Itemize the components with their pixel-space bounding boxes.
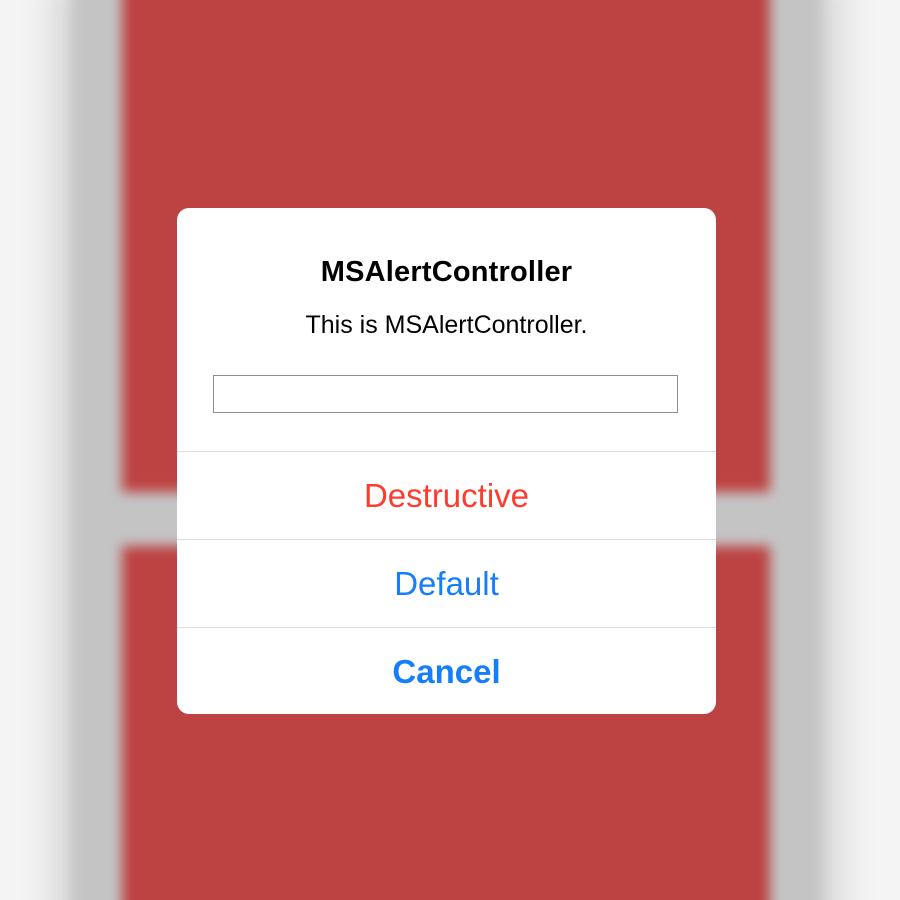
alert-text-field[interactable] — [213, 375, 678, 413]
screen: MSAlertController This is MSAlertControl… — [0, 0, 900, 900]
alert-dialog: MSAlertController This is MSAlertControl… — [177, 208, 716, 714]
alert-header: MSAlertController This is MSAlertControl… — [177, 208, 716, 451]
cancel-button[interactable]: Cancel — [177, 627, 716, 714]
default-button[interactable]: Default — [177, 539, 716, 627]
alert-message: This is MSAlertController. — [305, 311, 588, 339]
alert-title: MSAlertController — [320, 256, 573, 288]
destructive-button[interactable]: Destructive — [177, 451, 716, 539]
